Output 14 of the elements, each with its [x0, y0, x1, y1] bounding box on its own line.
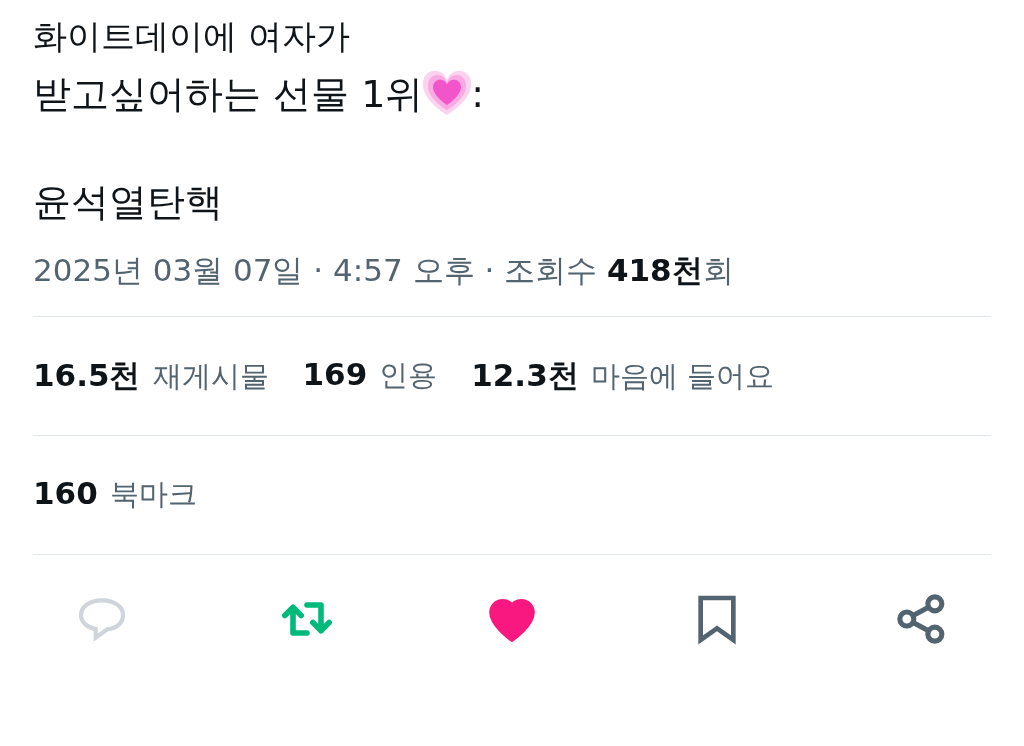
- stat-label[interactable]: 재게시물: [152, 357, 269, 397]
- tweet-text: :: [471, 71, 485, 118]
- stat-label[interactable]: 인용: [379, 356, 438, 396]
- stat-count: 160: [33, 475, 98, 511]
- timestamp-views: 2025년 03월 07일 · 4:57 오후 · 조회수 418천회: [33, 251, 735, 290]
- tweet-text: 윤석열탄핵: [33, 179, 224, 226]
- heart-emoji-icon: [423, 71, 472, 117]
- stat-label[interactable]: 북마크: [109, 475, 197, 515]
- stat-count: 16.5천: [33, 356, 141, 395]
- stat-count: 169: [302, 356, 368, 392]
- stat-label[interactable]: 마음에 들어요: [590, 357, 774, 397]
- tweet-text: 받고싶어하는 선물 1위: [33, 71, 424, 118]
- stat-count: 12.3천: [471, 356, 579, 395]
- tweet-text: 화이트데이에 여자가: [33, 15, 351, 58]
